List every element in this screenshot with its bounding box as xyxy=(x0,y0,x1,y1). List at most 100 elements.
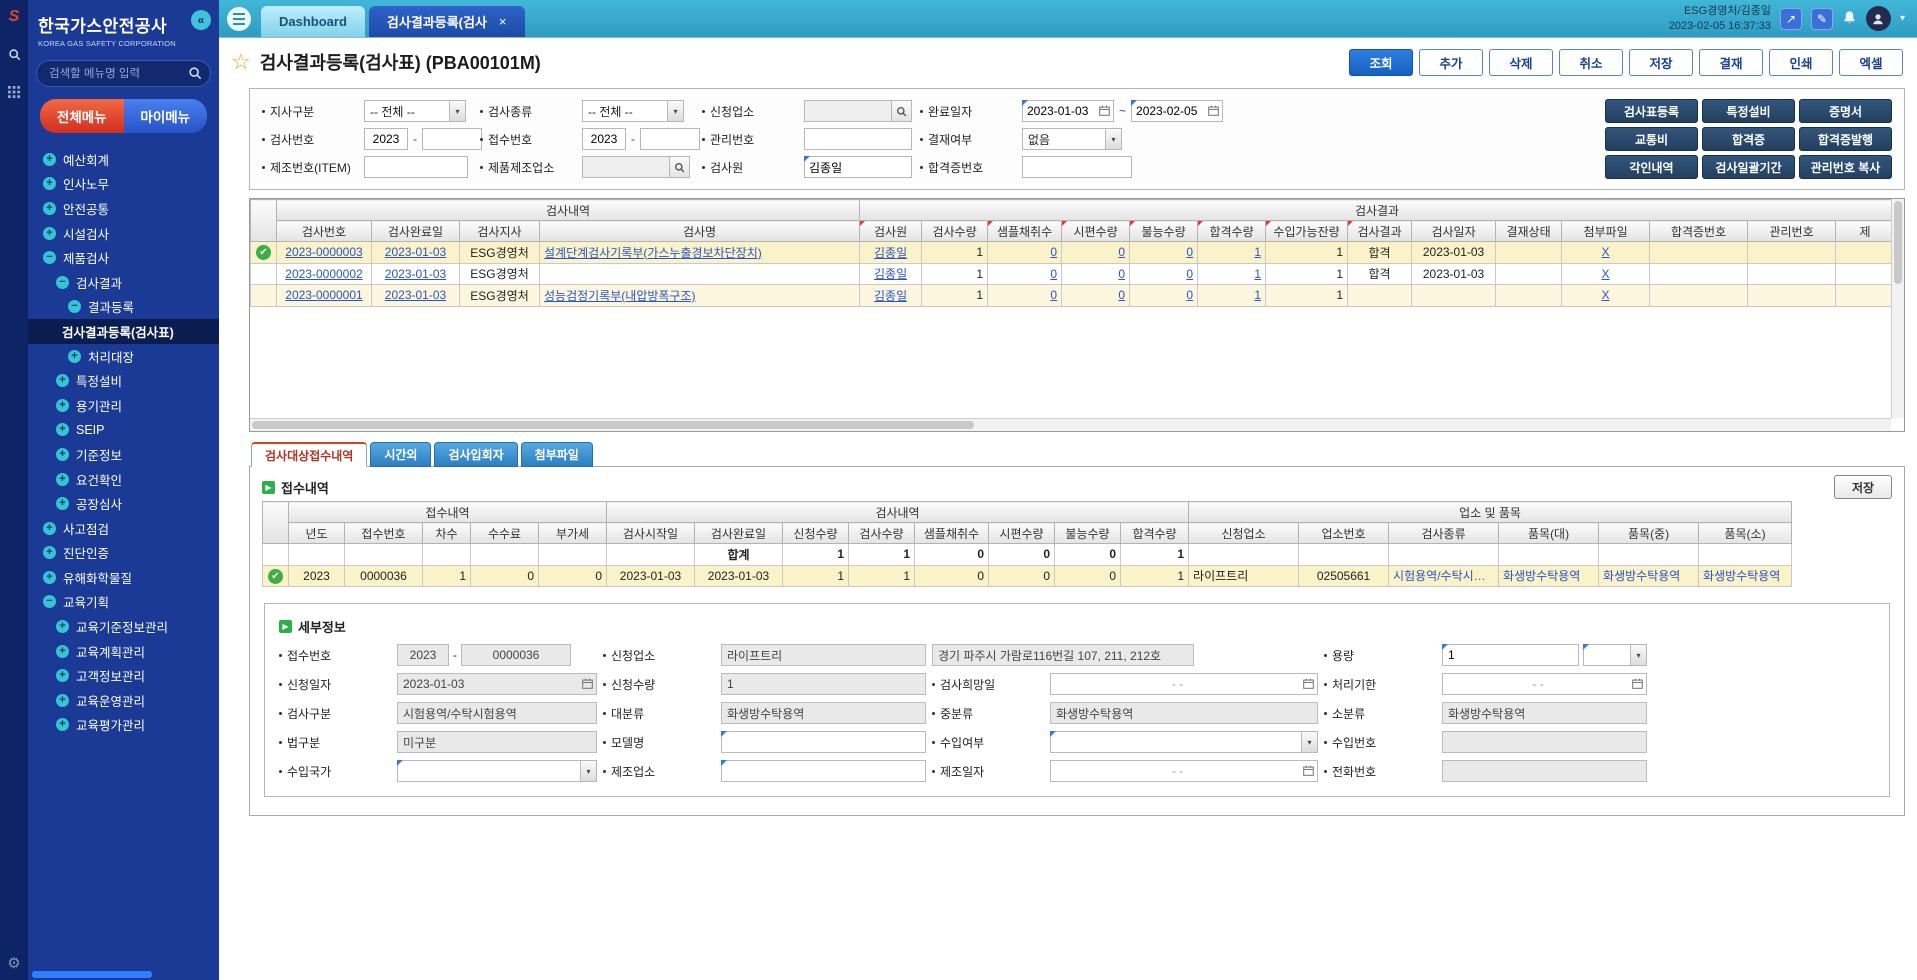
sidebar-item-기준정보[interactable]: +기준정보 xyxy=(28,442,219,467)
applicant-business-input[interactable] xyxy=(804,100,892,122)
sidebar-item-교육기획[interactable]: −교육기획 xyxy=(28,590,219,615)
row-select-cell[interactable]: ✔ xyxy=(263,565,289,587)
table-row[interactable]: 2023-00000022023-01-03ESG경영처김종일100011합격2… xyxy=(251,263,1895,285)
column-header-검사명[interactable]: 검사명 xyxy=(540,221,860,242)
table-row[interactable]: ✔202300000361002023-01-032023-01-0311000… xyxy=(263,565,1792,587)
user-avatar[interactable] xyxy=(1866,6,1891,31)
sidebar-item-결과등록[interactable]: −결과등록 xyxy=(28,295,219,320)
settings-gear-icon[interactable]: ⚙ xyxy=(7,954,20,972)
expand-icon[interactable]: + xyxy=(56,669,69,682)
approval-status-select[interactable]: 없음▾ xyxy=(1022,128,1122,150)
column-header-검사일자[interactable]: 검사일자 xyxy=(1412,221,1496,242)
column-header-신청업소[interactable]: 신청업소 xyxy=(1189,523,1299,544)
notification-bell-icon[interactable] xyxy=(1842,10,1857,28)
filter-button-합격증[interactable]: 합격증 xyxy=(1702,127,1795,151)
cell-link[interactable]: 설계단계검사기록부(가스누출경보차단장치) xyxy=(544,246,762,260)
lower-tab-검사대상접수내역[interactable]: 검사대상접수내역 xyxy=(251,442,367,467)
filter-button-관리번호 복사[interactable]: 관리번호 복사 xyxy=(1799,155,1892,179)
column-header-수수료[interactable]: 수수료 xyxy=(471,523,539,544)
row-select-cell[interactable]: ✔ xyxy=(251,242,277,264)
tab-검사결과등록(검사[interactable]: 검사결과등록(검사× xyxy=(369,6,525,37)
receipt-no-serial-input[interactable] xyxy=(640,128,700,150)
pass-cert-no-input[interactable] xyxy=(1022,156,1132,178)
all-menu-button[interactable]: 전체메뉴 xyxy=(40,99,124,133)
expand-icon[interactable]: + xyxy=(43,153,56,166)
expand-icon[interactable]: + xyxy=(43,522,56,535)
expand-icon[interactable]: + xyxy=(43,202,56,215)
cell-link[interactable]: 0 xyxy=(1050,288,1057,302)
column-header-첨부파일[interactable]: 첨부파일 xyxy=(1562,221,1650,242)
column-header-샘플채취수[interactable]: 샘플채취수 xyxy=(988,221,1062,242)
cell-link[interactable]: 2023-01-03 xyxy=(385,267,446,281)
column-header-검사수량[interactable]: 검사수량 xyxy=(922,221,988,242)
sidebar-item-교육기준정보관리[interactable]: +교육기준정보관리 xyxy=(28,614,219,639)
expand-icon[interactable]: + xyxy=(56,620,69,633)
column-header-차수[interactable]: 차수 xyxy=(423,523,471,544)
filter-button-특정설비[interactable]: 특정설비 xyxy=(1702,99,1795,123)
expand-icon[interactable]: + xyxy=(43,227,56,240)
action-button-저장[interactable]: 저장 xyxy=(1629,49,1693,76)
column-header-신청수량[interactable]: 신청수량 xyxy=(783,523,849,544)
sidebar-item-사고점검[interactable]: +사고점검 xyxy=(28,516,219,541)
cell-link[interactable]: 0 xyxy=(1050,267,1057,281)
filter-button-증명서[interactable]: 증명서 xyxy=(1799,99,1892,123)
calendar-icon[interactable] xyxy=(1303,765,1314,779)
cell-link[interactable]: 성능검정기록부(내압방폭구조) xyxy=(544,289,696,303)
calendar-icon[interactable] xyxy=(1099,105,1110,119)
inspection-no-serial-input[interactable] xyxy=(422,128,482,150)
edit-icon[interactable]: ✎ xyxy=(1811,8,1833,30)
sidebar-item-SEIP[interactable]: +SEIP xyxy=(28,418,219,443)
expand-icon[interactable]: + xyxy=(68,350,81,363)
sidebar-item-공장심사[interactable]: +공장심사 xyxy=(28,491,219,516)
filter-button-검사표등록[interactable]: 검사표등록 xyxy=(1605,99,1698,123)
external-link-icon[interactable]: ↗ xyxy=(1780,8,1802,30)
column-header-관리번호[interactable]: 관리번호 xyxy=(1748,221,1836,242)
hamburger-menu-icon[interactable] xyxy=(227,7,251,31)
sidebar-item-교육운영관리[interactable]: +교육운영관리 xyxy=(28,688,219,713)
column-header-품목(대)[interactable]: 품목(대) xyxy=(1499,523,1599,544)
column-header-품목(소)[interactable]: 품목(소) xyxy=(1699,523,1792,544)
cell-link[interactable]: 1 xyxy=(1254,267,1261,281)
column-header-검사원[interactable]: 검사원 xyxy=(860,221,922,242)
cell-link[interactable]: 0 xyxy=(1186,267,1193,281)
sidebar-horizontal-scrollbar[interactable] xyxy=(32,971,152,978)
calendar-icon[interactable] xyxy=(1303,678,1314,692)
row-select-cell[interactable] xyxy=(251,285,277,307)
grid-horizontal-scrollbar[interactable] xyxy=(250,418,1891,431)
column-header-시편수량[interactable]: 시편수량 xyxy=(1062,221,1130,242)
column-header-수입가능잔량[interactable]: 수입가능잔량 xyxy=(1266,221,1348,242)
receipt-no-year-input[interactable] xyxy=(582,128,626,150)
expand-icon[interactable]: + xyxy=(43,571,56,584)
sidebar-item-검사결과등록(검사표)[interactable]: 검사결과등록(검사표) xyxy=(28,319,219,344)
collapse-icon[interactable]: − xyxy=(68,300,81,313)
collapse-icon[interactable]: − xyxy=(43,595,56,608)
expand-icon[interactable]: + xyxy=(43,546,56,559)
receipt-save-button[interactable]: 저장 xyxy=(1834,475,1892,499)
lower-tab-검사입회자[interactable]: 검사입회자 xyxy=(434,442,517,467)
management-no-input[interactable] xyxy=(804,128,912,150)
row-select-cell[interactable] xyxy=(251,263,277,285)
column-header-부가세[interactable]: 부가세 xyxy=(539,523,607,544)
user-menu-chevron-down-icon[interactable]: ▾ xyxy=(1900,13,1905,24)
expand-icon[interactable]: + xyxy=(56,694,69,707)
expand-icon[interactable]: + xyxy=(56,645,69,658)
my-menu-button[interactable]: 마이메뉴 xyxy=(124,99,208,133)
expand-icon[interactable]: + xyxy=(56,399,69,412)
search-icon[interactable] xyxy=(892,100,912,122)
column-header-검사결과[interactable]: 검사결과 xyxy=(1348,221,1412,242)
rail-apps-grid-icon[interactable] xyxy=(8,86,21,102)
product-maker-input[interactable] xyxy=(582,156,670,178)
cell-link[interactable]: 김종일 xyxy=(874,246,907,260)
item-manufacture-no-input[interactable] xyxy=(364,156,468,178)
column-header-검사종류[interactable]: 검사종류 xyxy=(1389,523,1499,544)
column-header-검사완료일[interactable]: 검사완료일 xyxy=(372,221,460,242)
column-header-년도[interactable]: 년도 xyxy=(289,523,345,544)
cell-link[interactable]: 김종일 xyxy=(874,289,907,303)
column-header-합격증번호[interactable]: 합격증번호 xyxy=(1650,221,1748,242)
filter-button-합격증발행[interactable]: 합격증발행 xyxy=(1799,127,1892,151)
table-row[interactable]: ✔2023-00000032023-01-03ESG경영처설계단계검사기록부(가… xyxy=(251,242,1895,264)
filter-button-교통비[interactable]: 교통비 xyxy=(1605,127,1698,151)
sidebar-item-고객정보관리[interactable]: +고객정보관리 xyxy=(28,663,219,688)
column-header-합격수량[interactable]: 합격수량 xyxy=(1121,523,1189,544)
action-button-삭제[interactable]: 삭제 xyxy=(1489,49,1553,76)
